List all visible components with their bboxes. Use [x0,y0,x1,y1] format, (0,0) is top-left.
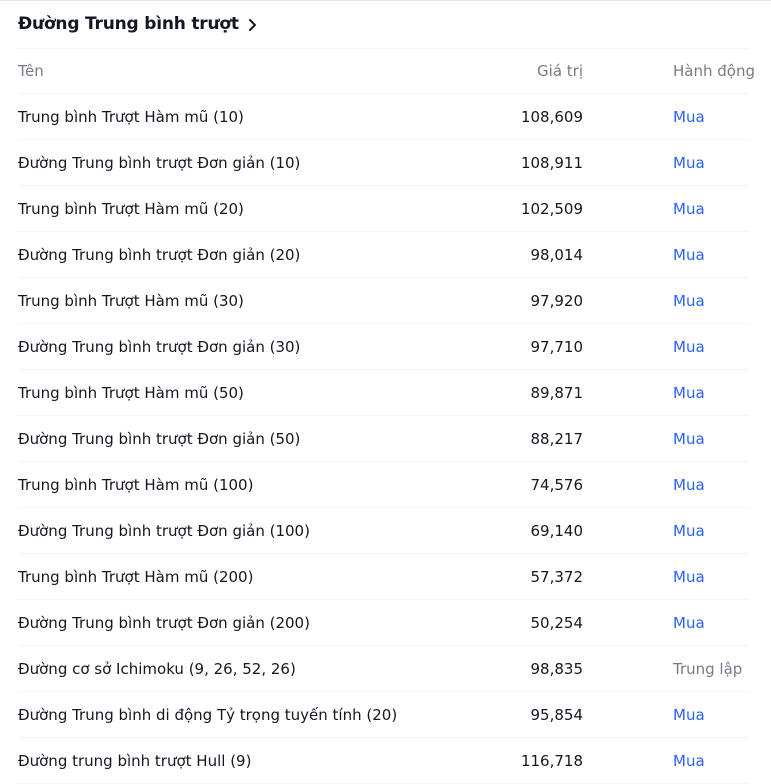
action-buy-label: Mua [673,613,705,632]
table-row: Trung bình Trượt Hàm mũ (30) 97,920 Mua [18,278,749,324]
indicator-name: Trung bình Trượt Hàm mũ (200) [18,567,254,586]
table-row: Đường Trung bình trượt Đơn giản (20) 98,0… [18,232,749,278]
action-neutral-label: Trung lập [673,659,743,678]
section-title: Đường Trung bình trượt [18,14,239,34]
indicator-value: 97,710 [530,337,584,356]
moving-averages-section: Đường Trung bình trượt Tên Giá trị Hành … [18,0,755,784]
action-buy-label: Mua [673,475,705,494]
table-row: Đường Trung bình trượt Đơn giản (10) 108,… [18,140,749,186]
indicator-value: 74,576 [530,475,584,494]
indicator-name: Đường Trung bình trượt Đơn giản (50) [18,429,301,448]
table-row: Đường Trung bình trượt Đơn giản (100) 69,… [18,508,749,554]
indicator-value: 89,871 [530,383,584,402]
table-row: Đường trung bình trượt Hull (9) 116,718 Mu… [18,738,749,784]
indicator-value: 88,217 [530,429,584,448]
indicator-name: Đường trung bình trượt Hull (9) [18,751,252,770]
indicator-name: Trung bình Trượt Hàm mũ (30) [18,291,244,310]
indicator-name: Đường Trung bình trượt Đơn giản (10) [18,153,301,172]
action-buy-label: Mua [673,199,705,218]
indicator-value: 69,140 [530,521,584,540]
action-buy-label: Mua [673,291,705,310]
table-row: Trung bình Trượt Hàm mũ (200) 57,372 Mua [18,554,749,600]
column-header-value: Giá trị [537,62,583,80]
indicator-value: 57,372 [530,567,584,586]
indicator-value: 102,509 [520,199,583,218]
indicator-value: 98,835 [530,659,584,678]
indicator-value: 97,920 [530,291,584,310]
indicator-name: Đường Trung bình trượt Đơn giản (20) [18,245,301,264]
action-buy-label: Mua [673,383,705,402]
table-row: Đường Trung bình trượt Đơn giản (30) 97,7… [18,324,749,370]
table-row: Trung bình Trượt Hàm mũ (10) 108,609 Mua [18,94,749,140]
indicator-name: Trung bình Trượt Hàm mũ (20) [18,199,244,218]
indicator-value: 95,854 [530,705,584,724]
indicator-name: Đường cơ sở Ichimoku (9, 26, 52, 26) [18,659,296,678]
indicator-name: Đường Trung bình di động Tỷ trọng tuyến … [18,705,398,724]
table-row: Trung bình Trượt Hàm mũ (50) 89,871 Mua [18,370,749,416]
action-buy-label: Mua [673,429,705,448]
action-buy-label: Mua [673,751,705,770]
indicator-value: 50,254 [530,613,584,632]
table-row: Đường Trung bình trượt Đơn giản (50) 88,2… [18,416,749,462]
action-buy-label: Mua [673,153,705,172]
indicator-name: Đường Trung bình trượt Đơn giản (200) [18,613,310,632]
column-header-name: Tên [18,62,44,80]
indicator-name: Trung bình Trượt Hàm mũ (10) [18,107,244,126]
table-row: Đường Trung bình di động Tỷ trọng tuyến … [18,692,749,738]
section-header-link[interactable]: Đường Trung bình trượt [18,0,749,49]
indicator-name: Trung bình Trượt Hàm mũ (50) [18,383,244,402]
indicator-value: 108,911 [520,153,583,172]
indicator-name: Đường Trung bình trượt Đơn giản (30) [18,337,301,356]
table-row: Đường Trung bình trượt Đơn giản (200) 50,… [18,600,749,646]
chevron-right-icon [247,17,259,31]
action-buy-label: Mua [673,337,705,356]
action-buy-label: Mua [673,245,705,264]
table-body: Trung bình Trượt Hàm mũ (10) 108,609 Mua Đư… [18,94,749,784]
table-row: Trung bình Trượt Hàm mũ (100) 74,576 Mua [18,462,749,508]
column-header-action: Hành động [673,62,755,80]
table-header-row: Tên Giá trị Hành động [18,49,755,94]
action-buy-label: Mua [673,107,705,126]
indicator-name: Đường Trung bình trượt Đơn giản (100) [18,521,310,540]
action-buy-label: Mua [673,705,705,724]
table-row: Đường cơ sở Ichimoku (9, 26, 52, 26) 98,8… [18,646,749,692]
indicator-value: 116,718 [520,751,583,770]
indicator-value: 108,609 [520,107,583,126]
indicator-name: Trung bình Trượt Hàm mũ (100) [18,475,254,494]
table-row: Trung bình Trượt Hàm mũ (20) 102,509 Mua [18,186,749,232]
action-buy-label: Mua [673,521,705,540]
indicator-value: 98,014 [530,245,584,264]
action-buy-label: Mua [673,567,705,586]
